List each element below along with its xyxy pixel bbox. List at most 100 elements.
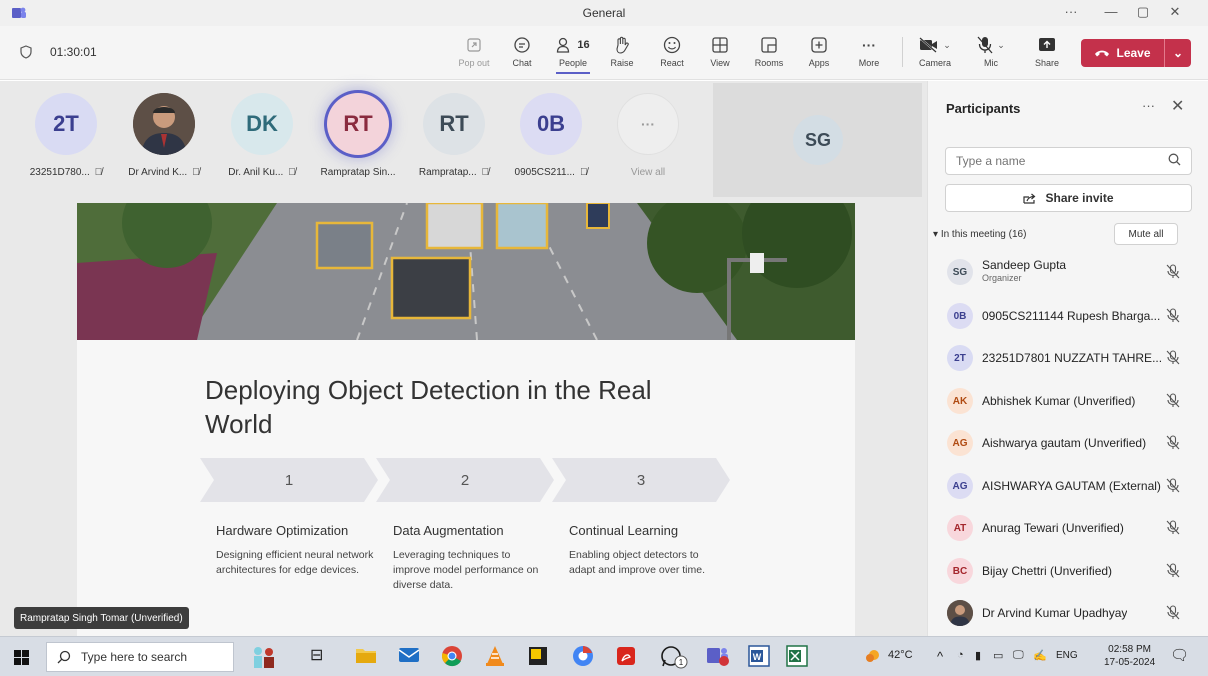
- mic-off-icon: [1166, 264, 1180, 279]
- apps-button[interactable]: Apps: [797, 34, 841, 68]
- step-chevron: 2: [376, 458, 554, 502]
- battery-icon[interactable]: ▭: [993, 649, 1003, 662]
- view-button[interactable]: View: [698, 34, 742, 68]
- search-input[interactable]: [945, 147, 1192, 175]
- participant-row[interactable]: AG AISHWARYA GAUTAM (External): [928, 467, 1208, 503]
- word-icon[interactable]: W: [748, 645, 772, 669]
- pen-icon[interactable]: ✍: [1033, 649, 1047, 662]
- avatar: AT: [947, 515, 973, 541]
- chrome-profile-icon[interactable]: [572, 645, 596, 669]
- shield-icon: [20, 45, 32, 59]
- system-clock[interactable]: 02:58 PM 17-05-2024: [1104, 643, 1155, 669]
- participant-tile[interactable]: Dr Arvind K... 🎙̸: [116, 93, 212, 178]
- more-options-icon[interactable]: ···: [1056, 4, 1086, 19]
- camera-off-icon: [919, 37, 938, 53]
- step-body: Designing efficient neural network archi…: [216, 549, 374, 576]
- svg-text:W: W: [753, 652, 762, 662]
- react-button[interactable]: React: [650, 34, 694, 68]
- mic-off-icon: 🎙̸: [192, 167, 200, 178]
- chevron-up-icon[interactable]: ^: [937, 649, 943, 664]
- windows-taskbar: Type here to search ⊟ 1 W 42°C ^ ◔ ▮ ▭ 🖵…: [0, 636, 1208, 676]
- share-button[interactable]: Share: [1025, 34, 1069, 68]
- participant-tile[interactable]: DK Dr. Anil Ku... 🎙̸: [214, 93, 310, 178]
- person-photo-icon: [947, 600, 973, 626]
- view-all-label: View all: [630, 167, 666, 178]
- more-icon: ···: [862, 37, 876, 53]
- participant-name: Dr Arvind Kumar Upadhyay: [982, 606, 1128, 620]
- meeting-toolbar: 01:30:01 Pop out Chat 16 People Raise Re…: [0, 26, 1208, 80]
- participant-name: Aishwarya gautam (Unverified): [982, 436, 1147, 450]
- camera-button[interactable]: ⌄ Camera: [912, 34, 958, 68]
- smiley-icon: [663, 36, 681, 54]
- rooms-button[interactable]: Rooms: [747, 34, 791, 68]
- network-icon[interactable]: 🖵: [1013, 649, 1024, 662]
- step-body: Enabling object detectors to adapt and i…: [569, 549, 705, 576]
- step-column: Data Augmentation Leveraging techniques …: [393, 523, 543, 593]
- person-photo-icon: [133, 93, 195, 155]
- share-invite-button[interactable]: Share invite: [945, 184, 1192, 212]
- restore-button[interactable]: ▢: [1128, 4, 1158, 20]
- view-all-button[interactable]: ··· View all: [600, 93, 696, 178]
- panel-title: Participants: [946, 101, 1021, 116]
- participant-tile-active[interactable]: RT Rampratap Sin...: [310, 93, 406, 178]
- chat-button[interactable]: Chat: [500, 34, 544, 68]
- participant-row[interactable]: 0B 0905CS211144 Rupesh Bharga...: [928, 297, 1208, 333]
- mic-off-icon: 🎙̸: [481, 167, 490, 178]
- tray-network-icon[interactable]: ◔: [957, 649, 964, 661]
- mute-all-button[interactable]: Mute all: [1114, 223, 1178, 245]
- more-icon: ···: [617, 93, 679, 155]
- participant-tile[interactable]: RT Rampratap... 🎙̸: [406, 93, 502, 178]
- avatar: DK: [231, 93, 293, 155]
- close-button[interactable]: ✕: [1160, 4, 1190, 20]
- in-meeting-header[interactable]: ▾ In this meeting (16): [933, 229, 1026, 240]
- excel-icon[interactable]: [786, 645, 810, 669]
- participant-row[interactable]: AT Anurag Tewari (Unverified): [928, 509, 1208, 545]
- more-button[interactable]: ··· More: [847, 34, 891, 68]
- search-icon[interactable]: [1168, 153, 1181, 166]
- spotlight-tile[interactable]: SG: [713, 83, 922, 197]
- participant-row[interactable]: AK Abhishek Kumar (Unverified): [928, 382, 1208, 418]
- vlc-icon[interactable]: [484, 645, 508, 669]
- whatsapp-icon[interactable]: 1: [660, 645, 688, 669]
- step-number: 3: [636, 471, 646, 489]
- people-button[interactable]: 16 People: [551, 34, 595, 68]
- leave-main[interactable]: Leave: [1081, 46, 1164, 60]
- popout-button[interactable]: Pop out: [452, 34, 496, 68]
- avatar: RT: [423, 93, 485, 155]
- task-view-icon[interactable]: ⊟: [310, 645, 334, 669]
- participant-row[interactable]: SG Sandeep Gupta Organizer: [928, 253, 1208, 289]
- teams-app-icon[interactable]: [706, 645, 730, 669]
- leave-button[interactable]: Leave ⌄: [1081, 39, 1191, 67]
- mic-button[interactable]: ⌄ Mic: [968, 34, 1014, 68]
- people-app-icon[interactable]: [248, 645, 274, 669]
- minimize-button[interactable]: —: [1096, 4, 1126, 19]
- file-explorer-icon[interactable]: [355, 645, 379, 669]
- leave-chevron-icon[interactable]: ⌄: [1165, 46, 1191, 60]
- participant-tile[interactable]: 0B 0905CS211... 🎙̸: [503, 93, 599, 178]
- pdf-icon[interactable]: [615, 645, 639, 669]
- share-screen-icon: [1039, 38, 1055, 51]
- more-options-icon[interactable]: ···: [1142, 98, 1155, 113]
- language-indicator[interactable]: ENG: [1056, 650, 1078, 661]
- mic-chevron-icon[interactable]: ⌄: [997, 40, 1005, 51]
- mic-off-icon: [1166, 520, 1180, 535]
- participant-row[interactable]: 2T 23251D7801 NUZZATH TAHRE...: [928, 339, 1208, 375]
- tray-mic-icon[interactable]: ▮: [975, 649, 981, 662]
- avatar: AG: [947, 430, 973, 456]
- mail-icon[interactable]: [398, 645, 422, 669]
- sticky-notes-icon[interactable]: [527, 645, 551, 669]
- notification-icon[interactable]: 🗨: [1170, 646, 1189, 664]
- participant-tile[interactable]: 2T 23251D780... 🎙̸: [18, 93, 114, 178]
- close-icon[interactable]: ✕: [1171, 96, 1184, 116]
- raise-hand-button[interactable]: Raise: [600, 34, 644, 68]
- participant-row[interactable]: AG Aishwarya gautam (Unverified): [928, 424, 1208, 460]
- avatar: 2T: [947, 345, 973, 371]
- taskbar-search[interactable]: Type here to search: [46, 642, 234, 672]
- camera-chevron-icon[interactable]: ⌄: [943, 40, 951, 51]
- weather-icon[interactable]: [864, 649, 882, 666]
- avatar: 0B: [947, 303, 973, 329]
- chrome-icon[interactable]: [441, 645, 465, 669]
- participant-row[interactable]: BC Bijay Chettri (Unverified): [928, 552, 1208, 588]
- windows-start-icon[interactable]: [14, 650, 29, 665]
- participant-row[interactable]: Dr Arvind Kumar Upadhyay: [928, 594, 1208, 630]
